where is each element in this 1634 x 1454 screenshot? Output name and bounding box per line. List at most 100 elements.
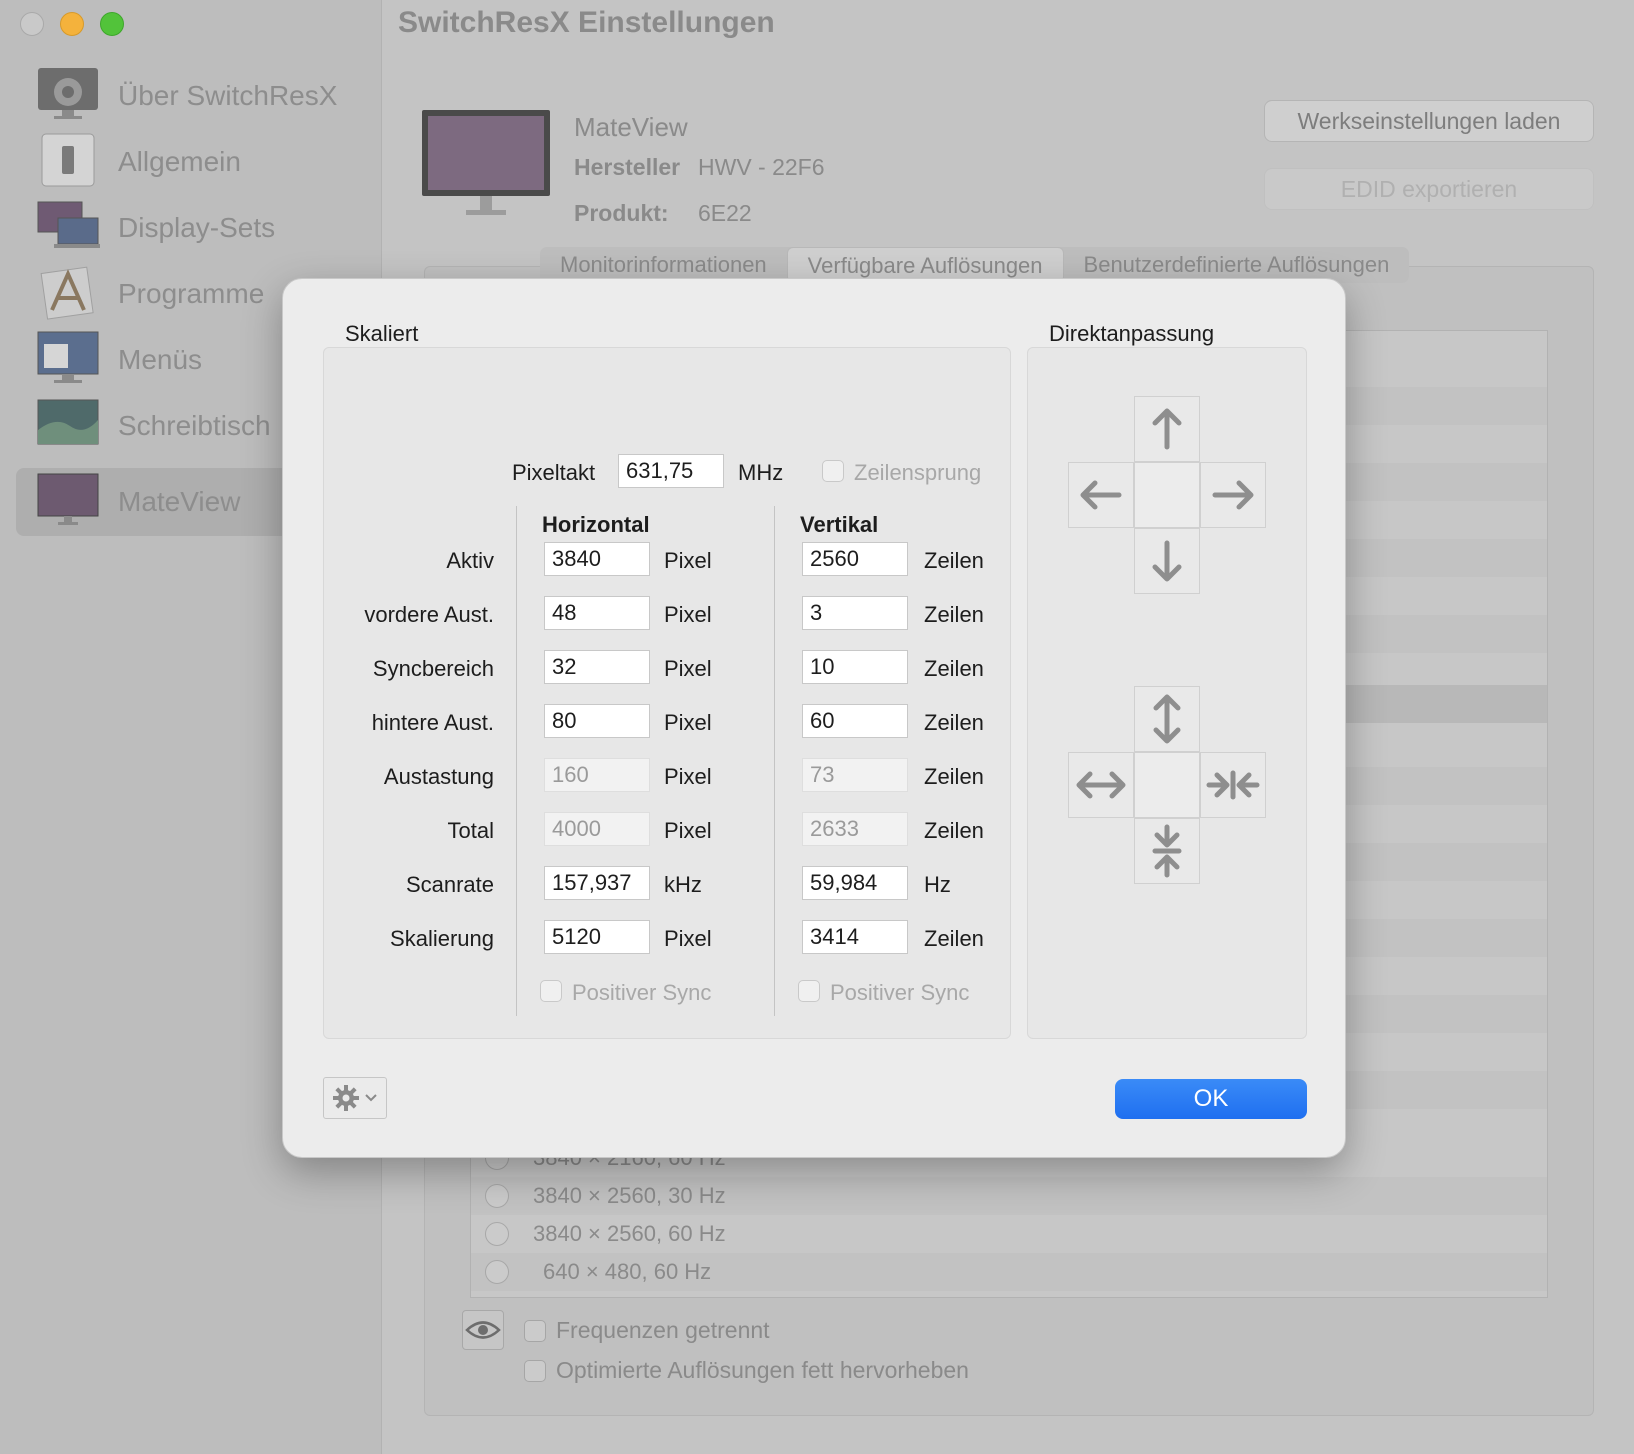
move-left-button[interactable]	[1068, 462, 1134, 528]
zoom-window-button[interactable]	[100, 12, 124, 36]
expand-vertical-icon	[1153, 694, 1181, 744]
front-porch-h-unit: Pixel	[664, 602, 712, 627]
separate-frequencies-label: Frequenzen getrennt	[556, 1317, 770, 1343]
sidebar-item-general[interactable]: Allgemein	[16, 128, 376, 196]
move-right-button[interactable]	[1200, 462, 1266, 528]
total-h-value	[544, 812, 650, 846]
applications-icon	[40, 266, 94, 320]
sidebar-item-label: Menüs	[118, 344, 203, 375]
sidebar-item-about[interactable]: Über SwitchResX	[16, 62, 376, 130]
product-value: 6E22	[698, 200, 752, 226]
divider	[774, 506, 775, 1016]
resize-pad-center	[1134, 752, 1200, 818]
blanking-h-unit: Pixel	[664, 764, 712, 789]
blanking-v-unit: Zeilen	[924, 764, 984, 789]
horizontal-header: Horizontal	[542, 512, 650, 537]
scanrate-v-unit: Hz	[924, 872, 951, 897]
scaled-box: Pixeltakt MHz Zeilensprung Horizontal Ve…	[323, 347, 1011, 1039]
minimize-window-button[interactable]	[60, 12, 84, 36]
arrow-up-icon	[1152, 408, 1182, 450]
resolution-radio[interactable]	[485, 1222, 509, 1246]
move-down-button[interactable]	[1134, 528, 1200, 594]
sync-width-h-input[interactable]	[544, 650, 650, 684]
pixelclock-label: Pixeltakt	[512, 460, 596, 485]
export-edid-button: EDID exportieren	[1264, 168, 1594, 210]
blanking-v-value	[802, 758, 908, 792]
positive-sync-v-checkbox	[798, 980, 820, 1002]
scanrate-h-unit: kHz	[664, 872, 702, 897]
manufacturer-label: Hersteller	[574, 154, 681, 180]
scanrate-v-input[interactable]	[802, 866, 908, 900]
sidebar-item-label: MateView	[118, 486, 241, 517]
expand-vertical-button[interactable]	[1134, 686, 1200, 752]
sidebar-item-label: Über SwitchResX	[118, 80, 338, 111]
sidebar-item-label: Programme	[118, 278, 265, 309]
gear-icon	[333, 1085, 359, 1111]
active-v-input[interactable]	[802, 542, 908, 576]
back-porch-v-input[interactable]	[802, 704, 908, 738]
pixelclock-input[interactable]	[618, 454, 724, 488]
front-porch-label: vordere Aust.	[364, 602, 494, 627]
shrink-horizontal-icon	[1206, 770, 1260, 800]
total-h-unit: Pixel	[664, 818, 712, 843]
monitor-icon	[37, 473, 99, 525]
total-v-value	[802, 812, 908, 846]
blanking-label: Austastung	[383, 764, 494, 789]
vertical-header: Vertikal	[800, 512, 879, 537]
shrink-vertical-icon	[1152, 824, 1182, 878]
separate-frequencies-checkbox[interactable]	[524, 1320, 546, 1342]
divider	[516, 506, 517, 1016]
sync-width-label: Syncbereich	[372, 656, 494, 681]
scaling-v-input[interactable]	[802, 920, 908, 954]
timing-dialog: Skaliert Direktanpassung Pixeltakt MHz Z…	[282, 278, 1346, 1158]
positive-sync-v-label: Positiver Sync	[830, 980, 970, 1005]
pixelclock-unit: MHz	[738, 460, 784, 485]
interlace-checkbox	[822, 460, 844, 482]
active-h-input[interactable]	[544, 542, 650, 576]
expand-horizontal-icon	[1076, 771, 1126, 799]
preview-button[interactable]	[462, 1310, 504, 1350]
shrink-vertical-button[interactable]	[1134, 818, 1200, 884]
resolution-radio[interactable]	[485, 1184, 509, 1208]
close-window-button[interactable]	[20, 12, 44, 36]
list-item[interactable]: 3840 × 2560, 60 Hz	[471, 1215, 1547, 1253]
product-label: Produkt:	[574, 200, 669, 226]
expand-horizontal-button[interactable]	[1068, 752, 1134, 818]
front-porch-v-input[interactable]	[802, 596, 908, 630]
scaling-h-input[interactable]	[544, 920, 650, 954]
manufacturer-value: HWV - 22F6	[698, 154, 825, 180]
positive-sync-h-label: Positiver Sync	[572, 980, 712, 1005]
resolution-label: 3840 × 2560, 60 Hz	[533, 1221, 726, 1246]
bold-optimized-checkbox[interactable]	[524, 1360, 546, 1382]
back-porch-label: hintere Aust.	[371, 710, 494, 735]
eye-icon	[465, 1321, 501, 1339]
active-v-unit: Zeilen	[924, 548, 984, 573]
monitor-icon	[422, 110, 550, 215]
resolution-radio[interactable]	[485, 1260, 509, 1284]
ok-button[interactable]: OK	[1115, 1079, 1307, 1119]
scanrate-h-input[interactable]	[544, 866, 650, 900]
load-factory-settings-button[interactable]: Werkseinstellungen laden	[1264, 100, 1594, 142]
sync-width-v-input[interactable]	[802, 650, 908, 684]
positive-sync-h-checkbox	[540, 980, 562, 1002]
shrink-horizontal-button[interactable]	[1200, 752, 1266, 818]
scaling-v-unit: Zeilen	[924, 926, 984, 951]
list-item[interactable]: 640 × 480, 60 Hz	[471, 1253, 1547, 1291]
displays-icon	[37, 201, 100, 248]
move-up-button[interactable]	[1134, 396, 1200, 462]
move-pad-center	[1134, 462, 1200, 528]
scaling-h-unit: Pixel	[664, 926, 712, 951]
back-porch-h-input[interactable]	[544, 704, 650, 738]
window-title: SwitchResX Einstellungen	[398, 6, 775, 39]
back-porch-h-unit: Pixel	[664, 710, 712, 735]
arrow-left-icon	[1080, 480, 1122, 510]
list-item[interactable]: 3840 × 2560, 30 Hz	[471, 1177, 1547, 1215]
gear-icon	[38, 68, 98, 119]
action-menu-button[interactable]	[323, 1077, 387, 1119]
sync-width-h-unit: Pixel	[664, 656, 712, 681]
front-porch-h-input[interactable]	[544, 596, 650, 630]
bold-optimized-label: Optimierte Auflösungen fett hervorheben	[556, 1357, 969, 1383]
sidebar-item-display-sets[interactable]: Display-Sets	[16, 194, 376, 262]
scanrate-label: Scanrate	[405, 872, 494, 897]
arrow-right-icon	[1212, 480, 1254, 510]
